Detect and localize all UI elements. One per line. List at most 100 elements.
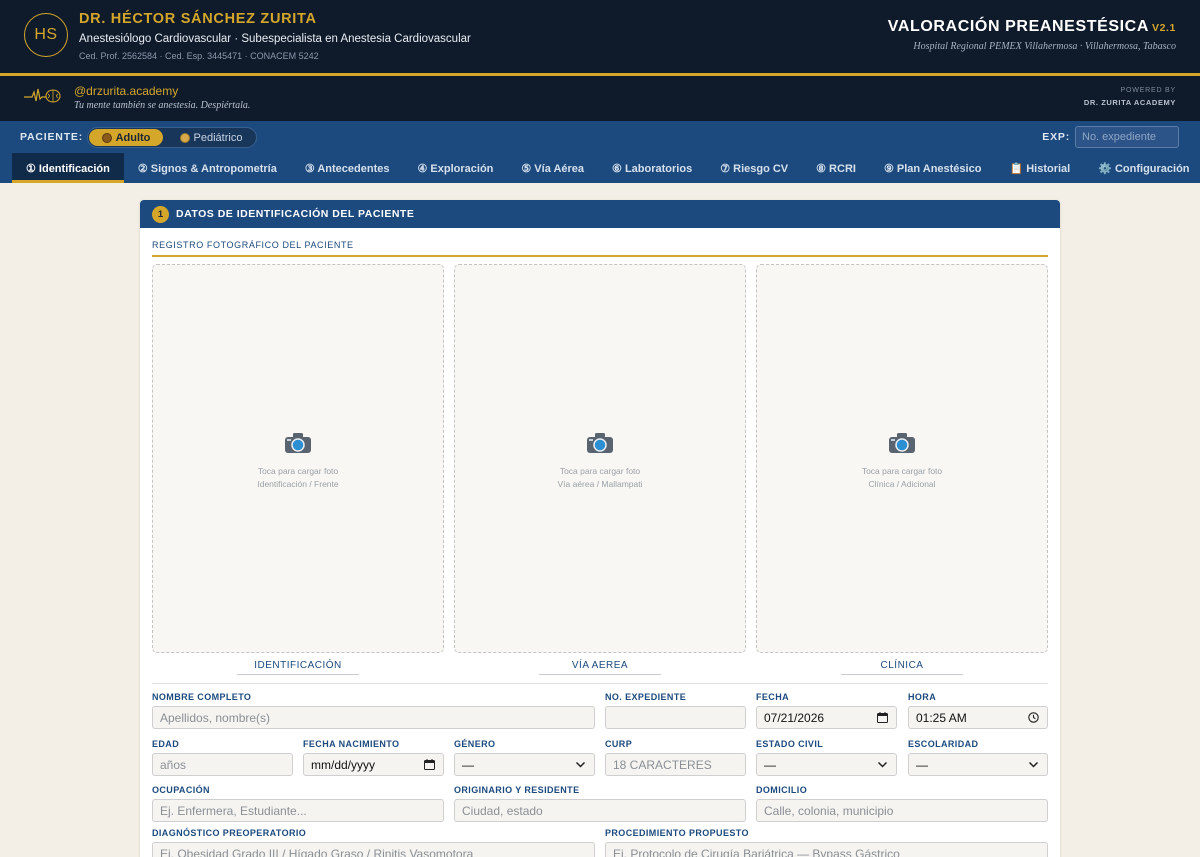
app-version: V2.1 <box>1152 22 1176 34</box>
section-tabs: ① Identificación ② Signos & Antropometrí… <box>0 153 1200 183</box>
estado-civil-select[interactable]: — <box>756 753 897 776</box>
pediatric-toggle-button[interactable]: Pediátrico <box>168 129 254 146</box>
estado-civil-value: — <box>764 757 776 772</box>
hora-label: HORA <box>908 692 937 702</box>
photo-subtitle: Identificación / Frente <box>257 479 339 489</box>
academy-tagline: Tu mente también se anestesia. Despiérta… <box>74 100 251 111</box>
adult-icon <box>101 132 112 143</box>
fecha-nacimiento-placeholder: mm/dd/yyyy <box>311 757 376 772</box>
tab-antecedentes[interactable]: ③ Antecedentes <box>291 153 404 183</box>
tab-riesgo-cv[interactable]: ⑦ Riesgo CV <box>706 153 802 183</box>
card-header: 1 DATOS DE IDENTIFICACIÓN DEL PACIENTE <box>140 200 1060 228</box>
fecha-label: FECHA <box>756 692 789 702</box>
app-title-text: VALORACIÓN PREANESTÉSICA <box>887 18 1149 35</box>
genero-label: GÉNERO <box>454 739 496 749</box>
domicilio-placeholder: Calle, colonia, municipio <box>764 803 894 818</box>
chevron-down-icon <box>1028 761 1039 768</box>
tab-laboratorios[interactable]: ⑥ Laboratorios <box>598 153 706 183</box>
powered-label: POWERED BY <box>1120 87 1176 94</box>
ocupacion-label: OCUPACIÓN <box>152 785 210 795</box>
tab-configuracion[interactable]: ⚙️ Configuración <box>1084 153 1200 183</box>
adult-toggle-button[interactable]: Adulto <box>89 129 163 146</box>
tab-rcri[interactable]: ⑧ RCRI <box>802 153 870 183</box>
curp-input[interactable]: 18 CARACTERES <box>605 753 746 776</box>
escolaridad-select[interactable]: — <box>908 753 1048 776</box>
expediente-label: NO. EXPEDIENTE <box>605 692 687 702</box>
chevron-down-icon <box>575 761 586 768</box>
diagnostico-input[interactable]: Ej. Obesidad Grado III / Hígado Graso / … <box>152 842 595 857</box>
photo-section-title: REGISTRO FOTOGRÁFICO DEL PACIENTE <box>152 240 1048 257</box>
hora-value: 01:25 AM <box>916 710 967 725</box>
expediente-input[interactable] <box>605 706 746 729</box>
ocupacion-input[interactable]: Ej. Enfermera, Estudiante... <box>152 799 444 822</box>
academy-handle[interactable]: @drzurita.academy <box>74 84 178 98</box>
chevron-down-icon <box>877 761 888 768</box>
ocupacion-placeholder: Ej. Enfermera, Estudiante... <box>160 803 307 818</box>
tab-plan-anestesico[interactable]: ⑨ Plan Anestésico <box>870 153 996 183</box>
fecha-input[interactable]: 07/21/2026 <box>756 706 897 729</box>
genero-value: — <box>462 757 474 772</box>
diagnostico-placeholder: Ej. Obesidad Grado III / Hígado Graso / … <box>160 846 474 857</box>
app-header: HS DR. HÉCTOR SÁNCHEZ ZURITA Anestesiólo… <box>0 0 1200 73</box>
card-title: DATOS DE IDENTIFICACIÓN DEL PACIENTE <box>176 208 415 220</box>
domicilio-label: DOMICILIO <box>756 785 808 795</box>
fecha-nacimiento-label: FECHA NACIMIENTO <box>303 739 400 749</box>
photo-slot-via-aerea[interactable]: Toca para cargar foto Vía aérea / Mallam… <box>454 264 746 653</box>
tab-signos[interactable]: ② Signos & Antropometría <box>124 153 291 183</box>
doctor-credentials: Ced. Prof. 2562584 · Ced. Esp. 3445471 ·… <box>79 51 319 61</box>
section-divider <box>152 683 1048 684</box>
hospital-name: Hospital Regional PEMEX Villahermosa · V… <box>913 41 1176 52</box>
camera-icon <box>285 433 311 453</box>
estado-civil-label: ESTADO CIVIL <box>756 739 824 749</box>
calendar-icon[interactable] <box>424 759 435 770</box>
photo-caption-via-aerea: VÍA AEREA <box>539 660 661 675</box>
procedimiento-input[interactable]: Ej. Protocolo de Cirugía Bariátrica — By… <box>605 842 1048 857</box>
tab-historial[interactable]: 📋 Historial <box>995 153 1084 183</box>
camera-icon <box>587 433 613 453</box>
baby-icon <box>179 132 190 143</box>
origen-label: ORIGINARIO Y RESIDENTE <box>454 785 580 795</box>
patient-label: PACIENTE: <box>20 131 84 143</box>
fecha-value: 07/21/2026 <box>764 710 825 725</box>
nombre-label: NOMBRE COMPLETO <box>152 692 252 702</box>
adult-label: Adulto <box>115 131 151 144</box>
patient-bar: PACIENTE: Adulto Pediátrico EXP: <box>0 121 1200 153</box>
patient-type-toggle: Adulto Pediátrico <box>87 127 257 148</box>
diagnostico-label: DIAGNÓSTICO PREOPERATORIO <box>152 828 307 838</box>
photo-slot-identificacion[interactable]: Toca para cargar foto Identificación / F… <box>152 264 444 653</box>
doctor-specialty: Anestesiólogo Cardiovascular · Subespeci… <box>79 33 471 45</box>
clock-icon[interactable] <box>1028 712 1039 723</box>
exp-input[interactable] <box>1075 126 1179 148</box>
photo-caption-identificacion: IDENTIFICACIÓN <box>237 660 359 675</box>
camera-icon <box>889 433 915 453</box>
step-badge: 1 <box>152 205 169 223</box>
photo-prompt: Toca para cargar foto <box>257 466 339 476</box>
photo-caption-clinica: CLÍNICA <box>841 660 963 675</box>
ecg-brain-icon <box>24 88 61 103</box>
tab-via-aerea[interactable]: ⑤ Vía Aérea <box>507 153 598 183</box>
fecha-nacimiento-input[interactable]: mm/dd/yyyy <box>303 753 444 776</box>
origen-input[interactable]: Ciudad, estado <box>454 799 746 822</box>
genero-select[interactable]: — <box>454 753 595 776</box>
tab-identificacion[interactable]: ① Identificación <box>12 153 124 183</box>
nombre-input[interactable]: Apellidos, nombre(s) <box>152 706 595 729</box>
domicilio-input[interactable]: Calle, colonia, municipio <box>756 799 1048 822</box>
doctor-logo: HS <box>24 13 68 57</box>
curp-label: CURP <box>605 739 633 749</box>
procedimiento-placeholder: Ej. Protocolo de Cirugía Bariátrica — By… <box>613 846 900 857</box>
photo-slot-clinica[interactable]: Toca para cargar foto Clínica / Adiciona… <box>756 264 1048 653</box>
calendar-icon[interactable] <box>877 712 888 723</box>
app-title: VALORACIÓN PREANESTÉSICA V2.1 <box>888 18 1176 36</box>
powered-name: DR. ZURITA ACADEMY <box>1083 98 1176 107</box>
photo-subtitle: Clínica / Adicional <box>868 479 936 489</box>
tab-exploracion[interactable]: ④ Exploración <box>404 153 508 183</box>
identification-card: 1 DATOS DE IDENTIFICACIÓN DEL PACIENTE R… <box>140 200 1060 857</box>
edad-input[interactable]: años <box>152 753 293 776</box>
escolaridad-value: — <box>916 757 928 772</box>
nombre-placeholder: Apellidos, nombre(s) <box>160 710 271 725</box>
curp-placeholder: 18 CARACTERES <box>613 757 712 772</box>
photo-subtitle: Vía aérea / Mallampati <box>557 479 643 489</box>
hora-input[interactable]: 01:25 AM <box>908 706 1048 729</box>
pediatric-label: Pediátrico <box>193 131 243 144</box>
edad-placeholder: años <box>160 757 187 772</box>
